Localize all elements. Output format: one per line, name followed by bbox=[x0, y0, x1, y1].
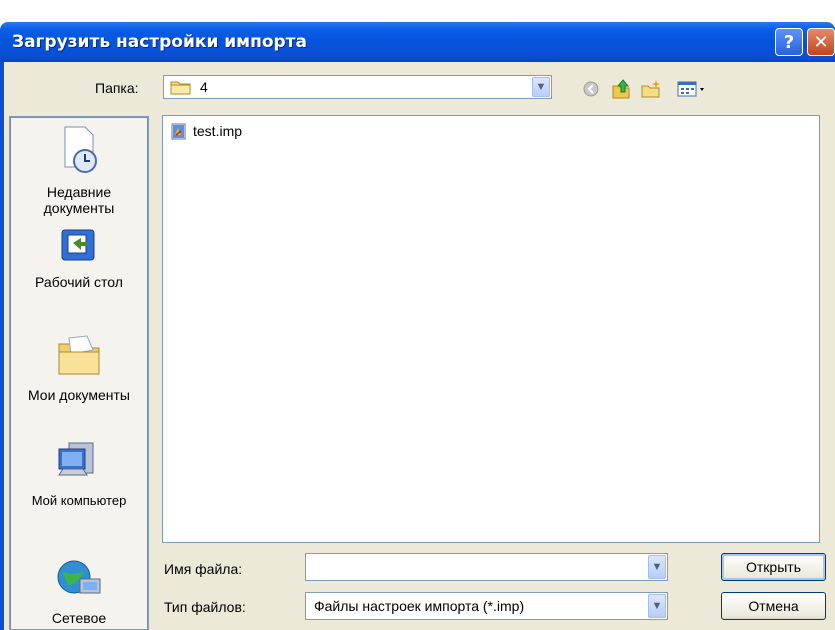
file-list[interactable]: test.imp bbox=[162, 115, 820, 543]
look-in-value: 4 bbox=[200, 79, 208, 95]
filename-input[interactable]: ▼ bbox=[305, 553, 668, 581]
filename-dropdown-arrow[interactable]: ▼ bbox=[648, 555, 666, 579]
close-button[interactable]: ✕ bbox=[807, 28, 835, 56]
up-folder-icon[interactable] bbox=[610, 78, 634, 100]
open-button[interactable]: Открыть bbox=[721, 553, 826, 581]
filetype-dropdown-arrow[interactable]: ▼ bbox=[648, 594, 666, 618]
place-desktop[interactable]: Рабочий стол bbox=[10, 227, 148, 290]
place-label: Сетевое bbox=[51, 610, 107, 626]
place-network[interactable]: Сетевое bbox=[10, 559, 148, 626]
desktop-icon bbox=[10, 227, 148, 268]
place-my-computer[interactable]: Мой компьютер bbox=[10, 439, 148, 508]
my-documents-icon bbox=[10, 332, 148, 381]
folder-icon bbox=[170, 79, 192, 98]
new-folder-icon[interactable] bbox=[640, 78, 664, 100]
place-my-documents[interactable]: Мои документы bbox=[10, 332, 148, 403]
place-label: Мой компьютер bbox=[31, 493, 127, 508]
imp-file-icon bbox=[171, 123, 187, 143]
window-title: Загрузить настройки импорта bbox=[12, 32, 307, 52]
place-label: Мои документы bbox=[27, 387, 130, 403]
network-icon bbox=[10, 559, 148, 604]
help-button[interactable]: ? bbox=[775, 28, 803, 56]
filename-label: Имя файла: bbox=[164, 561, 243, 577]
look-in-label: Папка: bbox=[95, 80, 139, 96]
filetype-label: Тип файлов: bbox=[164, 599, 246, 615]
cancel-button[interactable]: Отмена bbox=[721, 592, 826, 620]
filetype-select[interactable]: Файлы настроек импорта (*.imp) ▼ bbox=[305, 592, 668, 620]
look-in-dropdown-arrow[interactable]: ▼ bbox=[532, 77, 550, 97]
place-recent-documents[interactable]: Недавние документы bbox=[10, 125, 148, 216]
view-menu-icon[interactable] bbox=[676, 78, 710, 100]
place-label: Рабочий стол bbox=[35, 274, 123, 290]
title-bar[interactable]: Загрузить настройки импорта ? ✕ bbox=[0, 22, 835, 62]
window-left-border bbox=[0, 62, 4, 630]
back-icon[interactable] bbox=[580, 78, 604, 100]
my-computer-icon bbox=[10, 439, 148, 486]
file-name: test.imp bbox=[193, 123, 243, 139]
look-in-combobox[interactable]: 4 ▼ bbox=[163, 75, 552, 99]
places-bar: Недавние документы Рабочий стол Мои доку… bbox=[9, 116, 149, 630]
recent-documents-icon bbox=[10, 125, 148, 178]
place-label: Недавние документы bbox=[43, 184, 115, 216]
filetype-value: Файлы настроек импорта (*.imp) bbox=[314, 598, 525, 614]
open-dialog-window: Загрузить настройки импорта ? ✕ Папка: 4… bbox=[0, 0, 835, 630]
